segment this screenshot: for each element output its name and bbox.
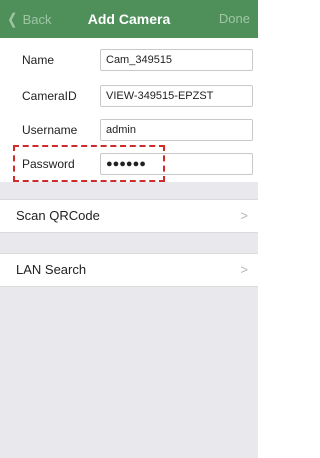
password-highlight-box xyxy=(13,145,165,182)
username-row: Username admin xyxy=(0,112,258,148)
name-row: Name Cam_349515 xyxy=(0,42,258,78)
navigation-bar: ❮ Back Add Camera Done xyxy=(0,0,258,38)
scan-qrcode-row[interactable]: Scan QRCode > xyxy=(0,199,258,233)
name-label: Name xyxy=(22,53,55,67)
camera-id-row: CameraID VIEW-349515-EPZST xyxy=(0,78,258,114)
camera-id-label: CameraID xyxy=(22,89,77,103)
username-field[interactable]: admin xyxy=(100,119,253,141)
username-label: Username xyxy=(22,123,78,137)
camera-id-field[interactable]: VIEW-349515-EPZST xyxy=(100,85,253,107)
add-camera-screen: ❮ Back Add Camera Done Name Cam_349515 C… xyxy=(0,0,258,458)
chevron-right-icon: > xyxy=(240,262,248,277)
name-field[interactable]: Cam_349515 xyxy=(100,49,253,71)
done-button[interactable]: Done xyxy=(219,0,250,38)
chevron-right-icon: > xyxy=(240,208,248,223)
lan-search-label: LAN Search xyxy=(16,262,87,277)
lan-search-row[interactable]: LAN Search > xyxy=(0,253,258,287)
scan-qrcode-label: Scan QRCode xyxy=(16,208,100,223)
